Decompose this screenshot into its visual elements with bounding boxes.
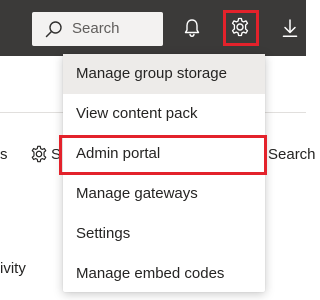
search-box[interactable]: Search [32, 12, 163, 46]
menu-item-manage-embed-codes[interactable]: Manage embed codes [63, 254, 265, 294]
menu-item-view-content-pack[interactable]: View content pack [63, 94, 265, 134]
background-text-fragment: s [0, 146, 8, 163]
top-header-bar: Search [0, 0, 306, 56]
background-activity-text: ivity [0, 260, 26, 277]
bell-icon[interactable] [183, 18, 201, 38]
settings-menu: Manage group storage View content pack A… [63, 54, 265, 292]
background-search-text[interactable]: Search [268, 146, 316, 164]
menu-item-settings[interactable]: Settings [63, 214, 265, 254]
search-icon [45, 21, 62, 38]
gear-icon[interactable] [230, 17, 250, 37]
menu-item-manage-gateways[interactable]: Manage gateways [63, 174, 265, 214]
menu-item-manage-group-storage[interactable]: Manage group storage [63, 54, 265, 94]
background-settings-text[interactable]: S [51, 146, 61, 164]
gear-icon[interactable] [30, 145, 48, 163]
download-icon[interactable] [281, 18, 299, 38]
menu-item-admin-portal[interactable]: Admin portal [63, 134, 265, 174]
search-placeholder: Search [72, 20, 120, 37]
